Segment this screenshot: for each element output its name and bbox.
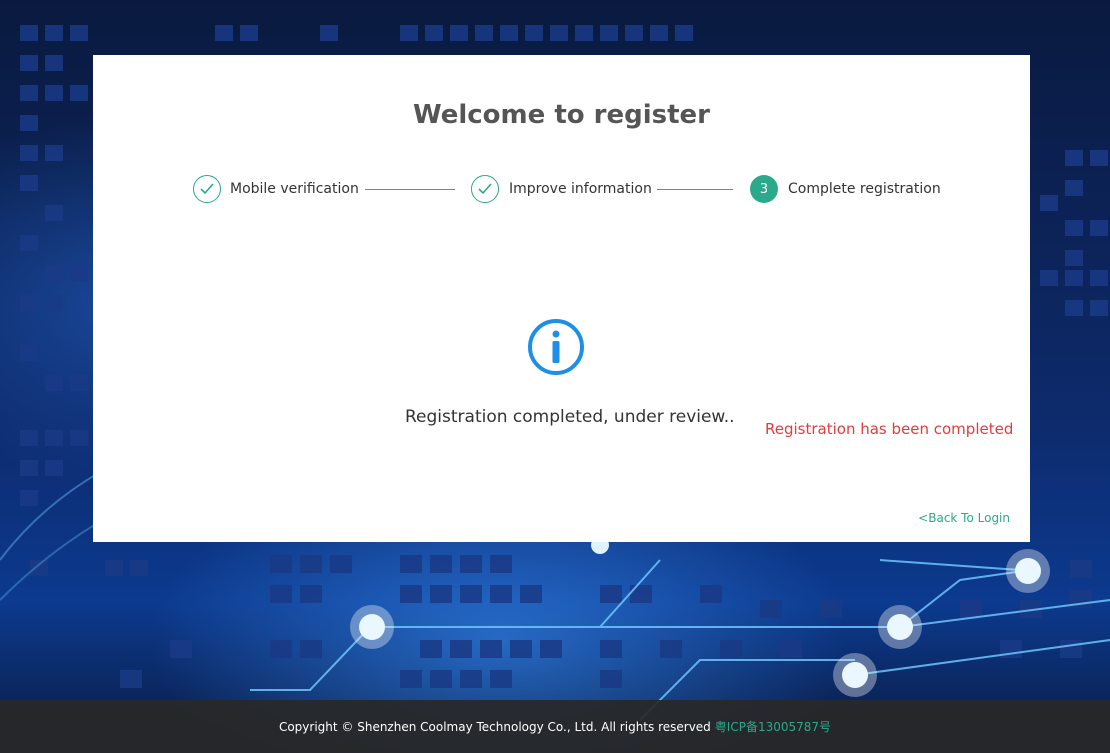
- step-1-check-icon: [193, 175, 221, 203]
- copyright-text: Copyright © Shenzhen Coolmay Technology …: [278, 719, 711, 734]
- step-connector-2: [657, 189, 733, 190]
- page-title: Welcome to register: [412, 100, 711, 130]
- step-2-label: Improve information: [509, 181, 652, 197]
- footer: Copyright © Shenzhen Coolmay Technology …: [0, 700, 1110, 753]
- step-3-label: Complete registration: [788, 181, 941, 197]
- step-1-label: Mobile verification: [230, 181, 359, 197]
- info-icon: [526, 317, 586, 381]
- status-notice: Registration has been completed: [765, 420, 1014, 438]
- step-connector-1: [365, 189, 455, 190]
- step-2-check-icon: [471, 175, 499, 203]
- icp-link[interactable]: 粤ICP备13005787号: [715, 718, 831, 735]
- back-to-login-link[interactable]: <Back To Login: [918, 511, 1010, 525]
- status-message: Registration completed, under review..: [405, 407, 735, 427]
- registration-card: Welcome to register Mobile verification …: [93, 55, 1030, 542]
- registration-steps: Mobile verification Improve information …: [93, 175, 1030, 205]
- step-3-number: 3: [750, 175, 778, 203]
